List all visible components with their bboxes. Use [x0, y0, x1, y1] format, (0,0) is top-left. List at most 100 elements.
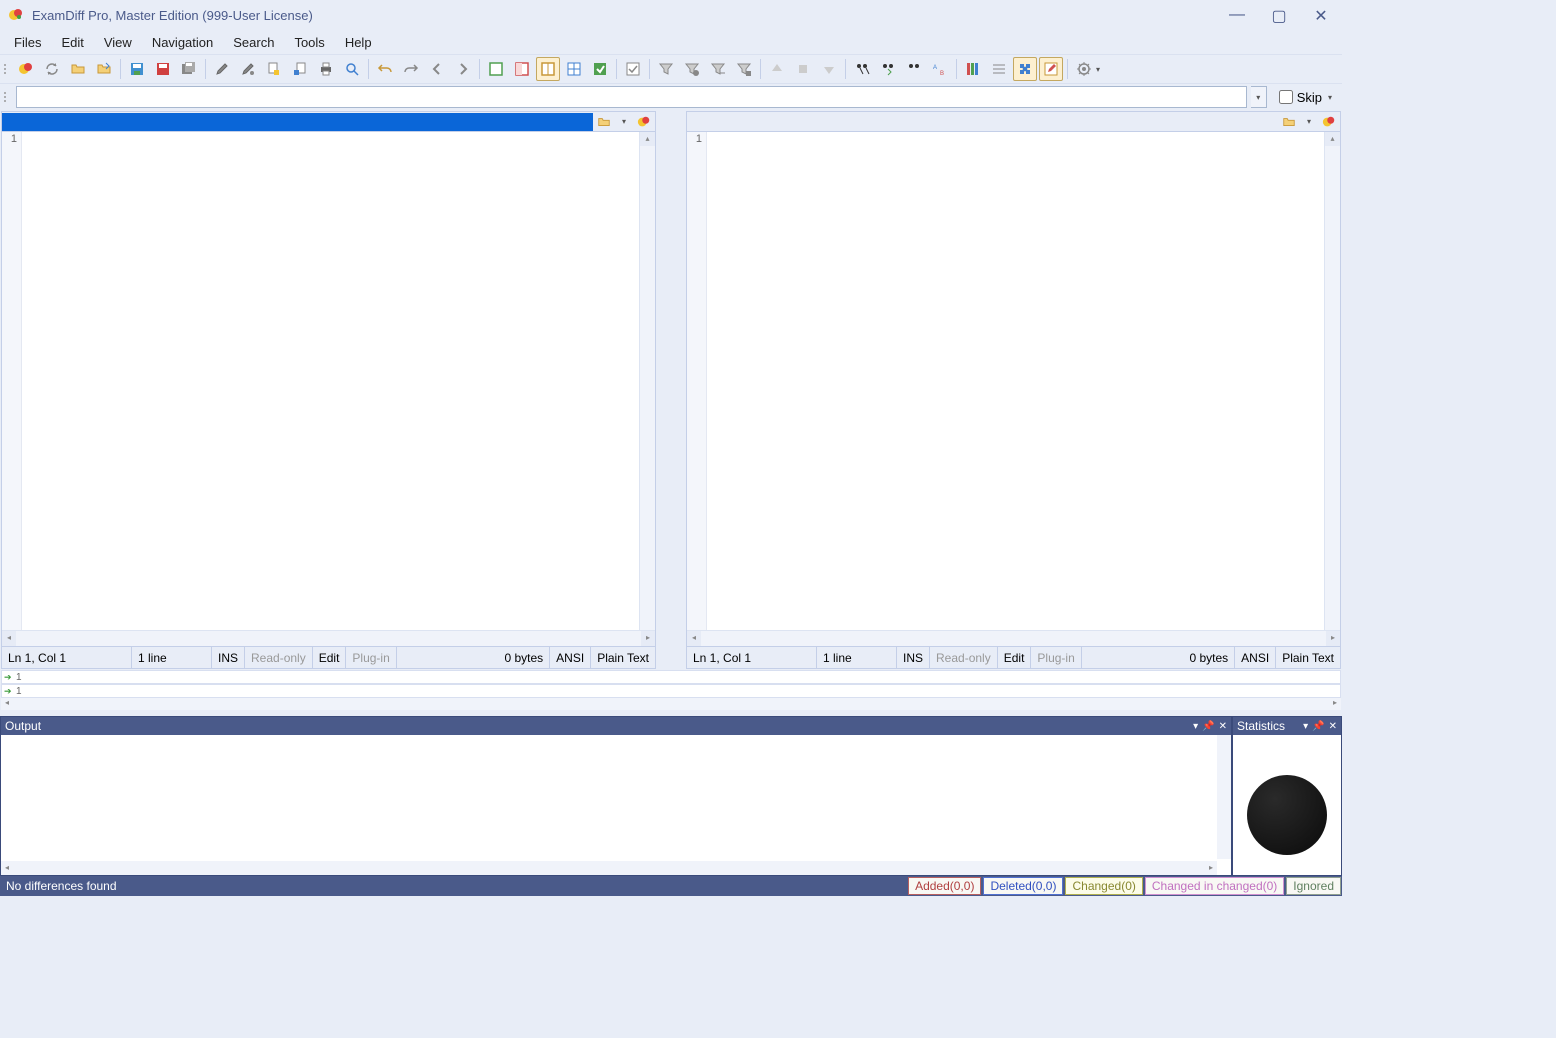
output-dropdown-icon[interactable]: ▾	[1193, 721, 1198, 732]
view-linked-button[interactable]	[588, 57, 612, 81]
find-button[interactable]	[850, 57, 874, 81]
status-ignored-chip[interactable]: Ignored	[1286, 877, 1341, 895]
stats-pin-icon[interactable]: 📌	[1312, 721, 1324, 732]
find-next-button[interactable]	[876, 57, 900, 81]
view-left-button[interactable]	[510, 57, 534, 81]
center-strip[interactable]	[657, 110, 685, 670]
left-hscroll[interactable]: ◂▸	[2, 630, 655, 646]
right-app-icon[interactable]	[1320, 114, 1338, 130]
left-status-type[interactable]: Plain Text	[591, 647, 655, 668]
right-hscroll[interactable]: ◂▸	[687, 630, 1340, 646]
minimize-button[interactable]: —	[1228, 6, 1246, 24]
address-dropdown[interactable]: ▾	[1251, 86, 1267, 108]
output-panel-body[interactable]: ◂▸	[1, 735, 1231, 875]
new-compare-button[interactable]	[14, 57, 38, 81]
status-changed-in-changed-chip[interactable]: Changed in changed(0)	[1145, 877, 1284, 895]
diff-bars-button[interactable]	[961, 57, 985, 81]
left-status-ins[interactable]: INS	[212, 647, 245, 668]
open-right-button[interactable]	[92, 57, 116, 81]
forward-button[interactable]	[451, 57, 475, 81]
find-prev-button[interactable]	[902, 57, 926, 81]
left-pane-title[interactable]	[2, 113, 593, 131]
output-hscroll[interactable]: ◂▸	[1, 861, 1217, 875]
left-app-icon[interactable]	[635, 114, 653, 130]
menu-files[interactable]: Files	[4, 32, 51, 53]
status-added-chip[interactable]: Added(0,0)	[908, 877, 981, 895]
print-button[interactable]	[314, 57, 338, 81]
stats-close-icon[interactable]: ✕	[1329, 721, 1337, 732]
zoom-button[interactable]	[340, 57, 364, 81]
undo-button[interactable]	[373, 57, 397, 81]
save-button[interactable]	[125, 57, 149, 81]
menu-search[interactable]: Search	[223, 32, 284, 53]
maximize-button[interactable]: ▢	[1270, 6, 1288, 24]
output-panel-titlebar[interactable]: Output ▾ 📌 ✕	[1, 717, 1231, 735]
copy-right-button[interactable]	[288, 57, 312, 81]
toolbar-grip[interactable]	[4, 58, 10, 80]
skip-checkbox-input[interactable]	[1279, 90, 1293, 104]
back-button[interactable]	[425, 57, 449, 81]
lines-button[interactable]	[987, 57, 1011, 81]
right-status-type[interactable]: Plain Text	[1276, 647, 1340, 668]
close-button[interactable]: ✕	[1312, 6, 1330, 24]
skip-checkbox[interactable]: Skip	[1279, 90, 1322, 105]
filter2-button[interactable]	[680, 57, 704, 81]
status-changed-chip[interactable]: Changed(0)	[1065, 877, 1142, 895]
right-status-edit[interactable]: Edit	[998, 647, 1032, 668]
prev-diff-button[interactable]	[765, 57, 789, 81]
right-open-folder-icon[interactable]	[1280, 114, 1298, 130]
filter1-button[interactable]	[654, 57, 678, 81]
replace-button[interactable]: AB	[928, 57, 952, 81]
right-vscroll[interactable]: ▴	[1324, 132, 1340, 630]
left-status-plugin[interactable]: Plug-in	[346, 647, 396, 668]
right-text-area[interactable]	[707, 132, 1324, 630]
filter3-button[interactable]	[706, 57, 730, 81]
options-button[interactable]	[1072, 57, 1096, 81]
statistics-panel-titlebar[interactable]: Statistics ▾ 📌 ✕	[1233, 717, 1341, 735]
right-status-ins[interactable]: INS	[897, 647, 930, 668]
menu-help[interactable]: Help	[335, 32, 382, 53]
address-grip[interactable]	[4, 86, 10, 108]
right-pane-title[interactable]	[687, 113, 1278, 131]
left-status-encoding[interactable]: ANSI	[550, 647, 591, 668]
left-status-readonly[interactable]: Read-only	[245, 647, 313, 668]
menu-navigation[interactable]: Navigation	[142, 32, 223, 53]
output-close-icon[interactable]: ✕	[1219, 721, 1227, 732]
left-open-folder-icon[interactable]	[595, 114, 613, 130]
menu-view[interactable]: View	[94, 32, 142, 53]
filter4-button[interactable]	[732, 57, 756, 81]
output-vscroll[interactable]	[1217, 735, 1231, 859]
status-deleted-chip[interactable]: Deleted(0,0)	[983, 877, 1063, 895]
left-text-area[interactable]	[22, 132, 639, 630]
edit-left-button[interactable]	[210, 57, 234, 81]
menu-edit[interactable]: Edit	[51, 32, 93, 53]
redo-button[interactable]	[399, 57, 423, 81]
edit-mode-button[interactable]	[1039, 57, 1063, 81]
view-grid-button[interactable]	[562, 57, 586, 81]
mini-row-2[interactable]: ➔1	[1, 684, 1341, 698]
right-dropdown-icon[interactable]: ▾	[1300, 114, 1318, 130]
mini-hscroll[interactable]: ◂▸	[1, 698, 1341, 710]
refresh-button[interactable]	[40, 57, 64, 81]
edit-right-button[interactable]	[236, 57, 260, 81]
address-input[interactable]	[16, 86, 1247, 108]
output-pin-icon[interactable]: 📌	[1202, 721, 1214, 732]
puzzle-button[interactable]	[1013, 57, 1037, 81]
view-split-button[interactable]	[536, 57, 560, 81]
current-diff-button[interactable]	[791, 57, 815, 81]
menu-tools[interactable]: Tools	[284, 32, 334, 53]
stats-dropdown-icon[interactable]: ▾	[1303, 721, 1308, 732]
checkbox-button[interactable]	[621, 57, 645, 81]
right-status-plugin[interactable]: Plug-in	[1031, 647, 1081, 668]
right-status-readonly[interactable]: Read-only	[930, 647, 998, 668]
mini-row-1[interactable]: ➔1	[1, 670, 1341, 684]
open-left-button[interactable]	[66, 57, 90, 81]
skip-dropdown[interactable]: ▾	[1328, 93, 1338, 102]
save-all-button[interactable]	[177, 57, 201, 81]
copy-left-button[interactable]	[262, 57, 286, 81]
right-status-encoding[interactable]: ANSI	[1235, 647, 1276, 668]
left-vscroll[interactable]: ▴	[639, 132, 655, 630]
view-single-button[interactable]	[484, 57, 508, 81]
save-as-button[interactable]	[151, 57, 175, 81]
left-status-edit[interactable]: Edit	[313, 647, 347, 668]
